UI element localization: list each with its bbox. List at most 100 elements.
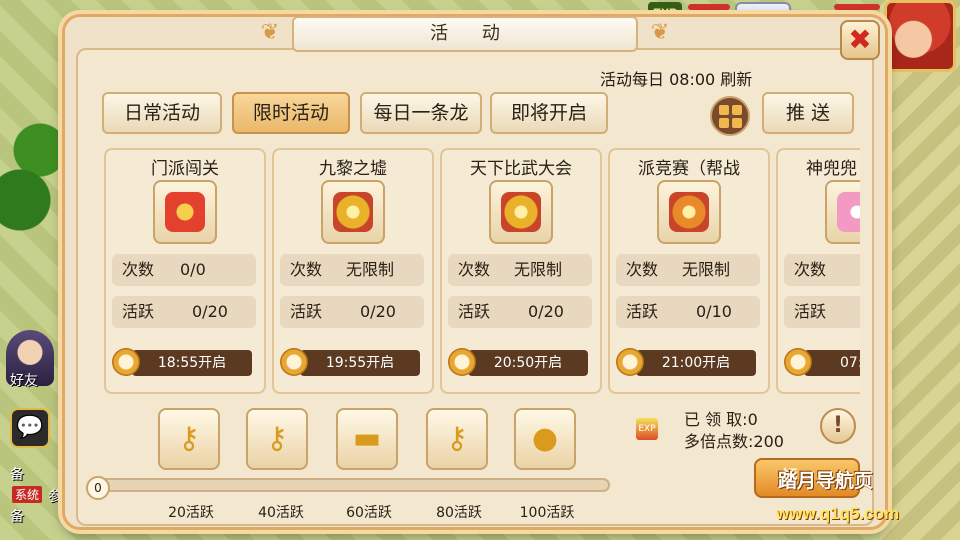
active-row: 活跃 0/20 — [112, 296, 256, 328]
tab-upcoming[interactable]: 即将开启 — [490, 92, 608, 134]
title-cloud-right-icon: ❦ — [650, 20, 670, 45]
reward-chest-60[interactable]: ▬ — [336, 408, 398, 470]
count-value: 无限制 — [346, 260, 395, 279]
sword-banner-icon — [165, 192, 205, 232]
count-value: 无限制 — [514, 260, 563, 279]
count-row: 次数 0/0 — [112, 254, 256, 286]
hp-bar — [688, 4, 730, 10]
count-value: 0/0 — [180, 260, 206, 279]
activity-card[interactable]: 九黎之墟 次数 无限制 活跃 0/20 19:55开启 — [272, 148, 434, 394]
game-background-right — [880, 0, 960, 540]
reward-label-60: 60活跃 — [346, 505, 392, 521]
clock-icon — [112, 348, 140, 376]
watermark-title: 踏月导航页 — [778, 470, 874, 492]
active-row: 活跃 0/20 — [448, 296, 592, 328]
open-time-row: 21:00开启 — [616, 346, 760, 378]
title-cloud-left-icon: ❦ — [260, 20, 280, 45]
reward-chest-100[interactable]: ● — [514, 408, 576, 470]
system-tag[interactable]: 系统 — [12, 486, 43, 503]
count-label: 次数 — [290, 260, 323, 279]
activity-card[interactable]: 派竞赛（帮战 次数 无限制 活跃 0/10 21:00开启 — [608, 148, 770, 394]
reward-label-100: 100活跃 — [519, 505, 575, 521]
open-time: 19:55开启 — [300, 350, 420, 376]
open-time: 18:55开启 — [132, 350, 252, 376]
active-label: 活跃 — [458, 302, 491, 321]
key-icon: ⚷ — [446, 421, 468, 456]
activity-name: 门派闯关 — [151, 159, 219, 179]
hud-text-2: 备 — [10, 509, 24, 525]
count-label: 次数 — [794, 260, 827, 279]
activity-icon-frame — [825, 180, 860, 244]
watermark-url: www.q1q5.com — [776, 504, 900, 523]
dialog-title: 活 动 — [430, 23, 514, 44]
reward-label-80: 80活跃 — [436, 505, 482, 521]
key-icon: ⚷ — [178, 421, 200, 456]
open-time: 21:00开启 — [636, 350, 756, 376]
chat-icon: 💬 — [16, 415, 44, 440]
tab-daily[interactable]: 日常活动 — [102, 92, 222, 134]
active-row: 活跃 — [784, 296, 860, 328]
count-row: 次数 无限制 — [616, 254, 760, 286]
open-time-row: 20:50开启 — [448, 346, 592, 378]
activity-name: 天下比武大会 — [470, 159, 572, 179]
open-time-row: 18:55开启 — [112, 346, 256, 378]
reward-chest-20[interactable]: ⚷ — [158, 408, 220, 470]
reward-chest-40[interactable]: ⚷ — [246, 408, 308, 470]
open-time: 07:0 — [804, 350, 860, 376]
activity-card[interactable]: 天下比武大会 次数 无限制 活跃 0/20 20:50开启 — [440, 148, 602, 394]
friend-label: 好友 — [10, 373, 38, 389]
open-time-row: 07:0 — [784, 346, 860, 378]
multiplier-icon: EXP — [636, 418, 658, 440]
reward-chest-80[interactable]: ⚷ — [426, 408, 488, 470]
active-value: 0/20 — [528, 302, 564, 321]
gold-coin-icon: ● — [531, 421, 559, 456]
clock-icon — [784, 348, 812, 376]
active-label: 活跃 — [794, 302, 827, 321]
push-button[interactable]: 推 送 — [762, 92, 854, 134]
activity-card[interactable]: 神兜兜 次数 活跃 07:0 — [776, 148, 860, 394]
count-row: 次数 — [784, 254, 860, 286]
hud-text-1: 备 — [10, 467, 24, 483]
activity-icon-frame — [321, 180, 385, 244]
reward-label-20: 20活跃 — [168, 505, 214, 521]
gold-token-icon — [669, 192, 709, 232]
activity-name: 派竞赛（帮战 — [638, 159, 740, 179]
received-count: 已 领 取:0 — [684, 410, 758, 429]
active-label: 活跃 — [290, 302, 323, 321]
tab-limited[interactable]: 限时活动 — [232, 92, 350, 134]
count-label: 次数 — [626, 260, 659, 279]
hero-portrait[interactable] — [884, 0, 956, 72]
count-row: 次数 无限制 — [280, 254, 424, 286]
activity-progress-bar — [90, 478, 610, 492]
activity-name: 九黎之墟 — [319, 159, 387, 179]
count-value: 无限制 — [682, 260, 731, 279]
grid-menu-icon[interactable] — [710, 96, 750, 136]
activity-name: 神兜兜 — [806, 159, 857, 179]
active-value: 0/20 — [192, 302, 228, 321]
key-icon: ⚷ — [266, 421, 288, 456]
close-icon: ✖ — [848, 23, 872, 56]
open-time-row: 19:55开启 — [280, 346, 424, 378]
activity-progress-value: 0 — [86, 476, 110, 500]
hero-hp-bar — [834, 4, 880, 10]
active-value: 0/10 — [696, 302, 732, 321]
pink-pet-icon — [837, 192, 860, 232]
open-time: 20:50开启 — [468, 350, 588, 376]
active-label: 活跃 — [626, 302, 659, 321]
close-button[interactable]: ✖ — [840, 20, 880, 60]
count-label: 次数 — [458, 260, 491, 279]
tab-daily-dragon[interactable]: 每日一条龙 — [360, 92, 482, 134]
activity-icon-frame — [153, 180, 217, 244]
dialog-title-plate: 活 动 — [292, 16, 638, 52]
active-row: 活跃 0/10 — [616, 296, 760, 328]
clock-icon — [280, 348, 308, 376]
gold-token-icon — [501, 192, 541, 232]
info-button[interactable]: ! — [820, 408, 856, 444]
chat-button[interactable]: 💬 — [10, 408, 50, 448]
reward-label-40: 40活跃 — [258, 505, 304, 521]
activity-icon-frame — [657, 180, 721, 244]
activity-card[interactable]: 门派闯关 次数 0/0 活跃 0/20 18:55开启 — [104, 148, 266, 394]
clock-icon — [448, 348, 476, 376]
activity-card-list[interactable]: 门派闯关 次数 0/0 活跃 0/20 18:55开启 九黎之墟 次数 无限制 … — [104, 146, 860, 394]
refresh-note: 活动每日 08:00 刷新 — [600, 70, 753, 89]
